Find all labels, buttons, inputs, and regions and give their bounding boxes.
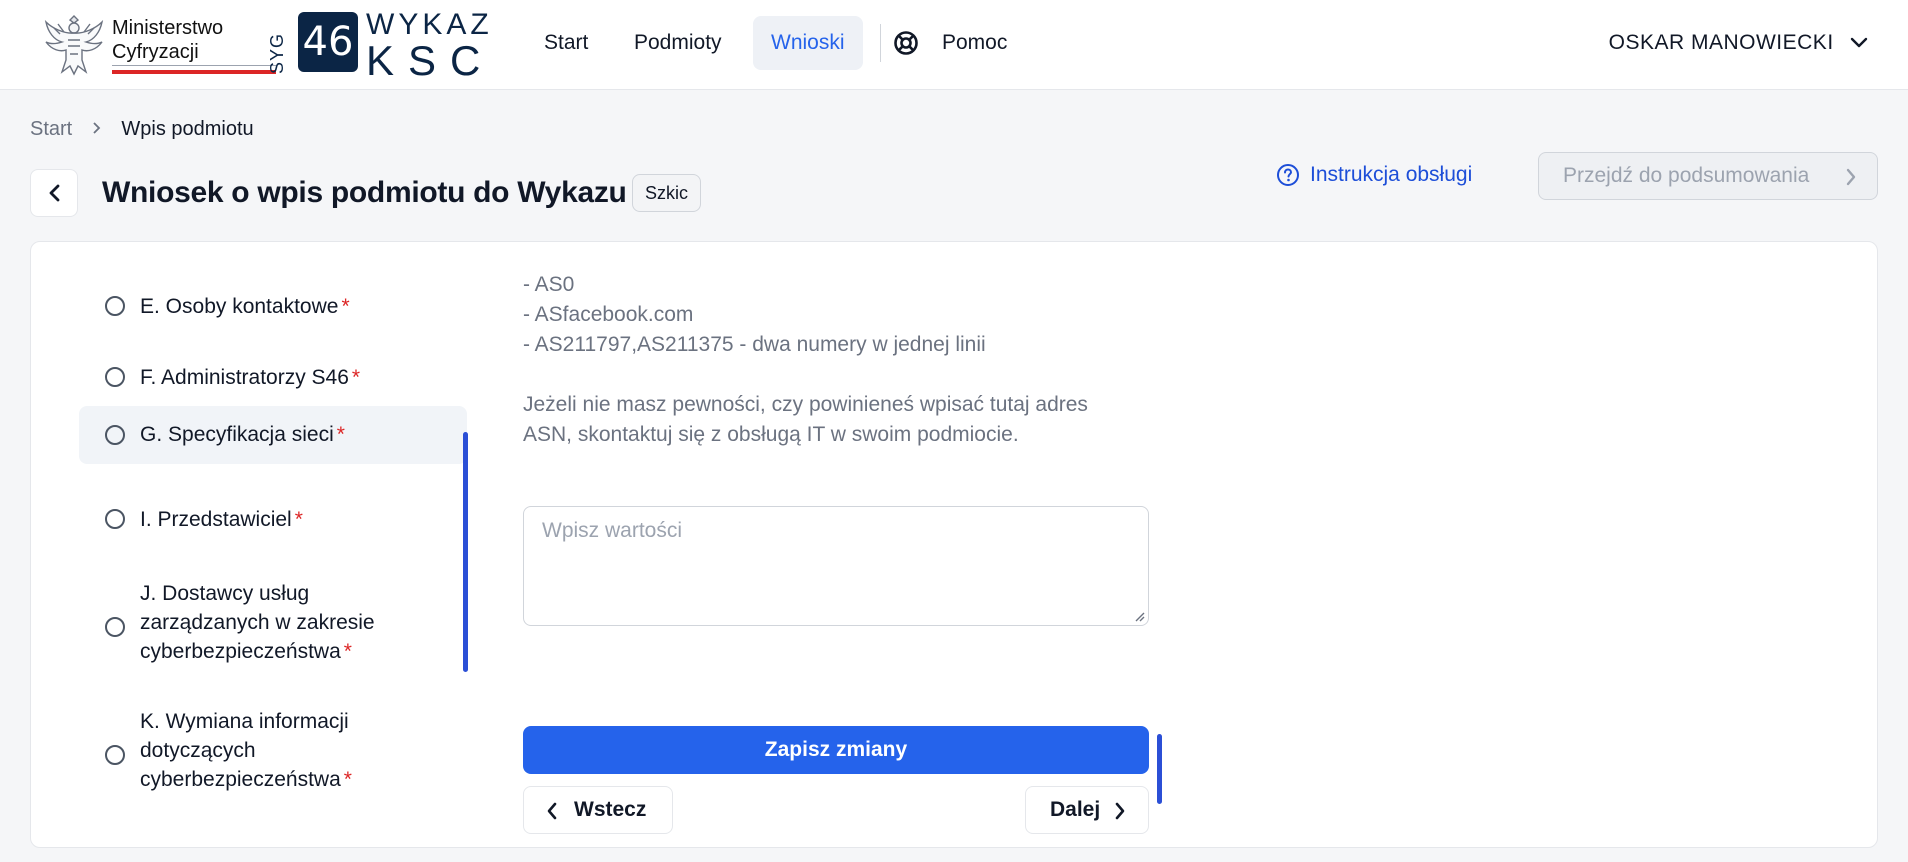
radio-icon[interactable] — [105, 745, 125, 765]
summary-label: Przejdź do podsumowania — [1563, 164, 1810, 187]
ministry-line2: Cyfryzacji — [112, 41, 199, 63]
nav-separator — [880, 24, 881, 62]
example-line: - AS0 — [523, 273, 575, 296]
step-label: G. Specyfikacja sieci * — [140, 423, 345, 446]
ministry-red-stripe — [112, 70, 276, 74]
step-item-current[interactable]: G. Specyfikacja sieci * — [79, 406, 467, 464]
chevron-right-icon — [1846, 168, 1856, 186]
required-marker: * — [294, 508, 303, 531]
step-item[interactable]: J. Dostawcy usług zarządzanych w zakresi… — [79, 573, 467, 669]
summary-button[interactable]: Przejdź do podsumowania — [1538, 152, 1878, 200]
chevron-down-icon — [1850, 38, 1868, 48]
required-marker: * — [343, 768, 352, 791]
example-line: - AS211797,AS211375 - dwa numery w jedne… — [523, 333, 986, 356]
wykaz-ksc-logo[interactable]: SYG 46 WYKAZ KSC — [267, 8, 512, 82]
steps-list[interactable]: E. Osoby kontaktowe * F. Administratorzy … — [79, 282, 499, 802]
nav-podmioty[interactable]: Podmioty — [616, 16, 740, 70]
required-marker: * — [351, 366, 361, 389]
required-marker: * — [343, 640, 352, 663]
radio-icon[interactable] — [105, 509, 125, 529]
breadcrumb-current: Wpis podmiotu — [121, 118, 254, 140]
nav-start[interactable]: Start — [526, 16, 606, 70]
page-title: Wniosek o wpis podmiotu do Wykazu — [102, 176, 627, 209]
hint-text: ASN, skontaktuj się z obsługą IT w swoim… — [523, 423, 1019, 446]
steps-scrollbar[interactable] — [463, 432, 468, 672]
user-name: OSKAR MANOWIECKI — [1608, 31, 1834, 54]
ministry-name: Ministerstwo Cyfryzacji — [112, 16, 223, 64]
radio-icon[interactable] — [105, 617, 125, 637]
save-button[interactable]: Zapisz zmiany — [523, 726, 1149, 774]
ministry-divider — [112, 65, 276, 66]
radio-icon[interactable] — [105, 425, 125, 445]
logo-46-badge: 46 — [298, 12, 358, 72]
resize-handle-icon[interactable] — [1133, 610, 1145, 622]
radio-icon[interactable] — [105, 367, 125, 387]
breadcrumb-start[interactable]: Start — [30, 118, 72, 140]
step-item[interactable]: I. Przedstawiciel * — [79, 495, 467, 545]
prev-button[interactable]: Wstecz — [523, 786, 673, 834]
step-label: E. Osoby kontaktowe * — [140, 295, 350, 318]
step-label: I. Przedstawiciel * — [140, 508, 303, 531]
instructions-label: Instrukcja obsługi — [1310, 163, 1473, 186]
top-bar: Ministerstwo Cyfryzacji SYG 46 WYKAZ KSC… — [0, 0, 1908, 90]
radio-icon[interactable] — [105, 296, 125, 316]
next-label: Dalej — [1050, 798, 1101, 821]
user-menu[interactable]: OSKAR MANOWIECKI — [1609, 26, 1868, 60]
logo-ksc-text: KSC — [366, 37, 495, 84]
textarea-placeholder: Wpisz wartości — [542, 519, 683, 542]
nav-pomoc[interactable]: Pomoc — [924, 16, 1025, 70]
step-label: F. Administratorzy S46 * — [140, 366, 361, 389]
instructions-link[interactable]: Instrukcja obsługi — [1276, 160, 1472, 190]
ministry-logo[interactable]: Ministerstwo Cyfryzacji — [44, 8, 276, 80]
logo-wykaz-text: WYKAZ — [366, 8, 493, 41]
chevron-right-icon — [1115, 802, 1125, 820]
step-item[interactable]: E. Osoby kontaktowe * — [79, 282, 467, 332]
breadcrumb-separator-icon — [92, 116, 102, 142]
ministry-line1: Ministerstwo — [112, 17, 224, 39]
asn-textarea[interactable]: Wpisz wartości — [523, 506, 1149, 626]
nav-wnioski[interactable]: Wnioski — [753, 16, 863, 70]
step-item[interactable]: K. Wymiana informacji dotyczących cyberb… — [79, 701, 467, 802]
question-circle-icon — [1277, 164, 1299, 186]
breadcrumb: Start Wpis podmiotu — [30, 116, 254, 142]
prev-label: Wstecz — [574, 798, 647, 821]
hint-text: Jeżeli nie masz pewności, czy powinieneś… — [523, 393, 1088, 416]
form-card: E. Osoby kontaktowe * F. Administratorzy … — [30, 241, 1878, 848]
next-button[interactable]: Dalej — [1025, 786, 1149, 834]
content-scrollbar[interactable] — [1157, 734, 1162, 804]
lifebuoy-icon — [894, 31, 918, 55]
eagle-emblem-icon — [44, 15, 104, 76]
status-badge: Szkic — [632, 174, 702, 212]
step-item[interactable]: F. Administratorzy S46 * — [79, 353, 467, 403]
required-marker: * — [336, 423, 345, 446]
example-line: - ASfacebook.com — [523, 303, 694, 326]
back-button[interactable] — [30, 169, 78, 217]
required-marker: * — [341, 295, 350, 318]
step-label: K. Wymiana informacji dotyczących cyberb… — [140, 710, 352, 791]
chevron-left-icon — [547, 802, 557, 820]
chevron-left-icon — [49, 184, 60, 202]
logo-vertical-text: SYG — [267, 32, 287, 74]
step-label: J. Dostawcy usług zarządzanych w zakresi… — [140, 582, 375, 663]
